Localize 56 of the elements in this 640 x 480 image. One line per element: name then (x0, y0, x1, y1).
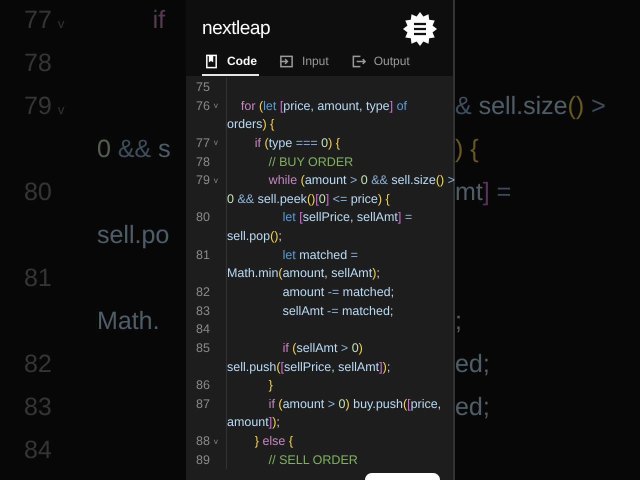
line-number: 87 (196, 396, 210, 413)
line-number: 80 (196, 209, 210, 226)
code-text: sell.po (97, 221, 170, 250)
code-line: 0 && sell.peek()[0] <= price) { (227, 190, 390, 208)
code-line: Math.min(amount, sellAmt); (227, 265, 380, 282)
code-text: ed; (455, 393, 490, 422)
line-number: 77 (196, 134, 210, 152)
code-line: if (type === 0) { (254, 134, 340, 152)
menu-button[interactable] (403, 12, 437, 46)
fold-chevron[interactable]: v (214, 436, 218, 448)
tab[interactable]: Code (202, 52, 259, 76)
line-number: 79 (196, 172, 210, 190)
code-text: ; (455, 307, 462, 336)
code-line: if (sellAmt > 0) (282, 340, 363, 357)
code-line: sell.push([sellPrice, sellAmt]); (227, 358, 390, 376)
line-number: 88 (196, 433, 210, 450)
line-number: 76 (196, 98, 210, 115)
code-text: ed; (455, 350, 490, 378)
code-text: if (152, 6, 166, 34)
code-line: sellAmt -= matched; (282, 302, 394, 320)
login-icon (279, 54, 294, 68)
line-number: 82 (196, 284, 210, 301)
line-number: 83 (196, 302, 210, 320)
code-line: let [sellPrice, sellAmt] = (282, 209, 412, 226)
code-text: Math. (97, 307, 160, 336)
code-line: // BUY ORDER (268, 154, 354, 171)
code-line: amount]); (227, 414, 280, 432)
code-text: & sell.size() > (455, 92, 606, 120)
line-number: 75 (196, 78, 210, 96)
line-number: 81 (196, 246, 210, 264)
code-line: orders) { (227, 116, 274, 134)
code-line: while (amount > 0 && sell.size() > (268, 172, 455, 190)
code-line: sell.pop(); (227, 228, 282, 246)
brand-logo: nextleap (202, 16, 270, 41)
line-number: 89 (196, 452, 210, 469)
code-line: // SELL ORDER (268, 452, 358, 469)
fold-chevron[interactable]: v (214, 100, 218, 112)
code-text: mt] = (455, 178, 512, 206)
code-line: for (let [price, amount, type] of (240, 98, 407, 115)
fold-chevron[interactable]: v (214, 174, 218, 187)
code-line: if (amount > 0) buy.push([price, (268, 396, 442, 413)
tab[interactable]: Output (348, 52, 412, 76)
logout-icon (350, 54, 366, 68)
code-line: } else { (254, 433, 294, 450)
book-icon (204, 54, 219, 68)
code-line: amount -= matched; (282, 284, 394, 301)
line-number: 78 (196, 154, 210, 171)
code-line: let matched = (282, 246, 358, 264)
line-number: 85 (196, 340, 210, 357)
code-text: 0 && s (97, 135, 171, 164)
line-number: 86 (196, 377, 210, 394)
fold-chevron[interactable]: v (214, 137, 218, 150)
tab[interactable]: Input (277, 52, 331, 76)
code-text: ) { (455, 135, 479, 164)
code-line: } (268, 377, 273, 394)
line-number: 84 (196, 321, 210, 338)
